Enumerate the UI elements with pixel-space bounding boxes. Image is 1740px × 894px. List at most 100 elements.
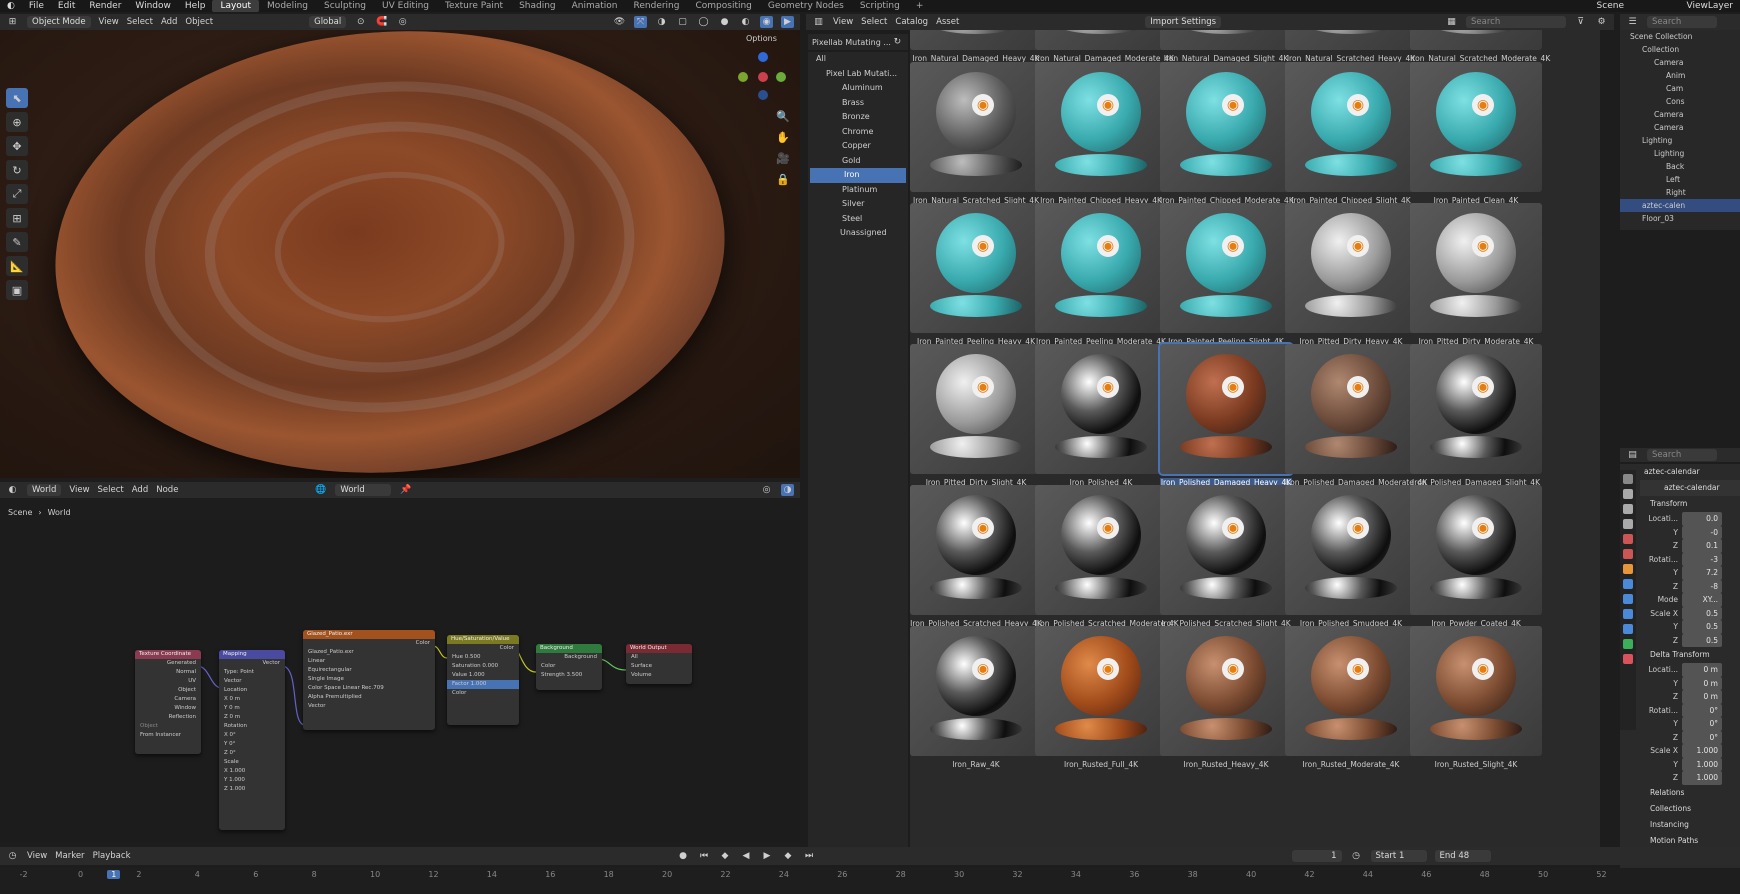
- catalog-item[interactable]: Platinum: [808, 183, 908, 198]
- catalog-item-selected[interactable]: Iron: [810, 168, 906, 183]
- jump-end-icon[interactable]: ⏭: [803, 850, 816, 862]
- shading-rendered-icon[interactable]: ◉: [760, 16, 773, 28]
- property-value-field[interactable]: -8: [1682, 579, 1722, 593]
- menu-view[interactable]: View: [833, 17, 853, 27]
- material-preview-thumbnail[interactable]: ◉: [1160, 203, 1292, 333]
- material-preview-thumbnail[interactable]: ◉: [1158, 342, 1294, 476]
- catalog-unassigned[interactable]: Unassigned: [808, 226, 908, 241]
- next-keyframe-icon[interactable]: ◆: [782, 850, 795, 862]
- property-value-field[interactable]: -0: [1682, 525, 1722, 539]
- outliner-row[interactable]: Camera: [1620, 121, 1740, 134]
- material-preview-thumbnail[interactable]: ◉: [1410, 485, 1542, 615]
- timeline-ruler[interactable]: -2 0 1 2 4 6 8 10 12 14 16 18 20 22 24 26 28 30 32 34 36 38 40…: [0, 868, 1740, 894]
- move-tool-icon[interactable]: ✥: [6, 136, 28, 156]
- node-editor[interactable]: Texture Coordinate Generated Normal UV O…: [0, 520, 800, 842]
- menu-add[interactable]: Add: [161, 17, 177, 27]
- overlay-icon[interactable]: ◑: [781, 484, 794, 496]
- material-preview-thumbnail[interactable]: ◉: [1285, 344, 1417, 474]
- instancing-panel[interactable]: Instancing: [1620, 817, 1740, 833]
- property-value-field[interactable]: 0.0: [1682, 512, 1722, 526]
- material-preview-thumbnail[interactable]: ◉: [1410, 30, 1542, 50]
- material-preview-thumbnail[interactable]: ◉: [1160, 30, 1292, 50]
- editor-type-icon[interactable]: ◷: [6, 850, 19, 862]
- add-workspace-button[interactable]: +: [908, 0, 932, 12]
- mode-dropdown[interactable]: Object Mode: [27, 16, 91, 28]
- tool-tab-icon[interactable]: [1623, 474, 1633, 484]
- catalog-item[interactable]: Copper: [808, 139, 908, 154]
- settings-gear-icon[interactable]: ⚙: [1595, 16, 1608, 28]
- menu-marker[interactable]: Marker: [55, 851, 84, 861]
- menu-view[interactable]: View: [99, 17, 119, 27]
- material-preview-thumbnail[interactable]: ◉: [910, 30, 1042, 50]
- material-preview-thumbnail[interactable]: ◉: [1035, 485, 1167, 615]
- material-preview-thumbnail[interactable]: ◉: [910, 626, 1042, 756]
- editor-type-icon[interactable]: ⊞: [6, 16, 19, 28]
- background-node[interactable]: Background Background Color Strength 3.5…: [536, 644, 602, 690]
- shader-type-dropdown[interactable]: World: [27, 484, 62, 496]
- catalog-item[interactable]: Bronze: [808, 110, 908, 125]
- asset-card[interactable]: ◉ Iron_Painted_Chipped_Moderate_4K: [1160, 62, 1294, 205]
- menu-asset[interactable]: Asset: [936, 17, 959, 27]
- asset-card[interactable]: ◉ Iron_Raw_4K: [910, 626, 1042, 769]
- catalog-item[interactable]: Aluminum: [808, 81, 908, 96]
- environment-texture-node[interactable]: Glazed_Patio.exr Color Glazed_Patio.exr …: [303, 630, 435, 730]
- pan-hand-icon[interactable]: ✋: [776, 131, 790, 144]
- outliner-row[interactable]: Right: [1620, 186, 1740, 199]
- asset-card[interactable]: ◉ Iron_Polished_4K: [1035, 344, 1167, 487]
- material-preview-thumbnail[interactable]: ◉: [1410, 203, 1542, 333]
- menu-object[interactable]: Object: [185, 17, 213, 27]
- material-preview-thumbnail[interactable]: ◉: [1285, 485, 1417, 615]
- property-value-field[interactable]: 0°: [1682, 703, 1722, 717]
- scale-tool-icon[interactable]: ⤢: [6, 184, 28, 204]
- world-tab-icon[interactable]: [1623, 549, 1633, 559]
- xray-icon[interactable]: ▢: [676, 16, 689, 28]
- menu-catalog[interactable]: Catalog: [895, 17, 928, 27]
- refresh-icon[interactable]: ↻: [891, 36, 904, 48]
- material-preview-thumbnail[interactable]: ◉: [1410, 626, 1542, 756]
- prev-keyframe-icon[interactable]: ◆: [719, 850, 732, 862]
- material-preview-thumbnail[interactable]: ◉: [910, 203, 1042, 333]
- display-mode-icon[interactable]: ▦: [1445, 16, 1458, 28]
- outliner-row[interactable]: Lighting: [1620, 147, 1740, 160]
- particles-tab-icon[interactable]: [1623, 594, 1633, 604]
- property-value-field[interactable]: 0°: [1682, 717, 1722, 731]
- menu-help[interactable]: Help: [178, 1, 213, 11]
- asset-card[interactable]: ◉ Iron_Pitted_Dirty_Slight_4K: [910, 344, 1042, 487]
- material-preview-thumbnail[interactable]: ◉: [1035, 62, 1167, 192]
- asset-card[interactable]: ◉ Iron_Natural_Scratched_Slight_4K: [910, 62, 1042, 205]
- render-play-icon[interactable]: ▶: [781, 16, 794, 28]
- asset-card[interactable]: ◉ Iron_Polished_Scratched_Heavy_4K: [910, 485, 1042, 628]
- tab-geometry-nodes[interactable]: Geometry Nodes: [760, 0, 852, 12]
- breadcrumb-world[interactable]: World: [48, 508, 71, 517]
- viewlayer-selector[interactable]: ViewLayer: [1680, 1, 1740, 11]
- camera-icon[interactable]: 🎥: [776, 152, 790, 165]
- world-output-node[interactable]: World Output All Surface Volume: [626, 644, 692, 684]
- transform-tool-icon[interactable]: ⊞: [6, 208, 28, 228]
- pin-icon[interactable]: 📌: [399, 484, 412, 496]
- delta-transform-panel-title[interactable]: Delta Transform: [1620, 647, 1740, 663]
- catalog-item[interactable]: Gold: [808, 154, 908, 169]
- breadcrumb-scene[interactable]: Scene: [8, 508, 32, 517]
- asset-card[interactable]: ◉ Iron_Polished_Damaged_Moderate_4K: [1285, 344, 1427, 487]
- cursor-tool-icon[interactable]: ⊕: [6, 112, 28, 132]
- material-preview-thumbnail[interactable]: ◉: [1035, 626, 1167, 756]
- catalog-all[interactable]: All: [808, 52, 908, 67]
- zoom-icon[interactable]: 🔍: [776, 110, 790, 123]
- blender-logo-icon[interactable]: ◐: [0, 1, 22, 11]
- menu-select[interactable]: Select: [98, 485, 124, 495]
- editor-type-icon[interactable]: ☰: [1626, 16, 1639, 28]
- outliner-row[interactable]: Camera: [1620, 108, 1740, 121]
- material-preview-thumbnail[interactable]: ◉: [1285, 626, 1417, 756]
- outliner-row[interactable]: Scene Collection: [1620, 30, 1740, 43]
- jump-start-icon[interactable]: ⏮: [698, 850, 711, 862]
- material-preview-thumbnail[interactable]: ◉: [1160, 485, 1292, 615]
- mapping-node[interactable]: Mapping Vector Type: Point Vector Locati…: [219, 650, 285, 830]
- annotate-tool-icon[interactable]: ✎: [6, 232, 28, 252]
- asset-card[interactable]: ◉ Iron_Painted_Peeling_Slight_4K: [1160, 203, 1292, 346]
- catalog-item[interactable]: Chrome: [808, 125, 908, 140]
- asset-card[interactable]: ◉ Iron_Polished_Scratched_Moderate_4K: [1035, 485, 1179, 628]
- menu-playback[interactable]: Playback: [93, 851, 131, 861]
- lock-icon[interactable]: 🔒: [776, 173, 790, 186]
- asset-library-selector[interactable]: Pixellab Mutating ... ↻: [808, 34, 908, 50]
- asset-search-input[interactable]: Search: [1466, 16, 1566, 28]
